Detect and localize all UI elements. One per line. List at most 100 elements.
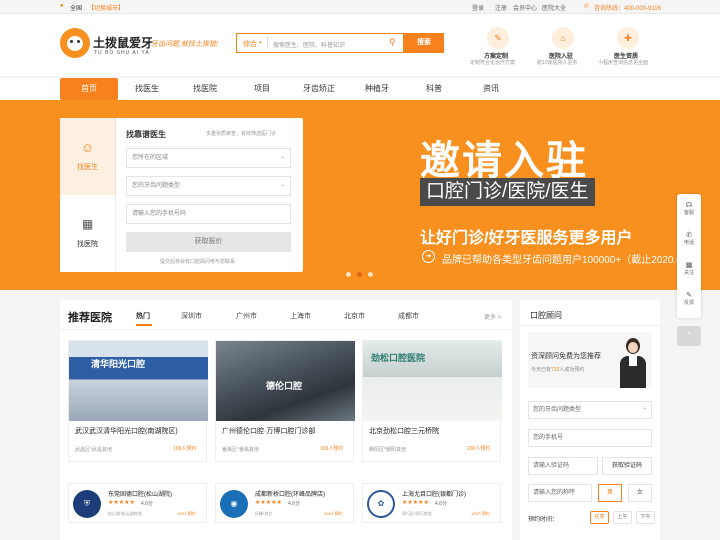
login-link[interactable]: 登录 <box>472 3 484 12</box>
banner-tagline: 让好门诊/好牙医服务更多用户 <box>420 230 633 247</box>
clinic-area: 闵行区*闵行其他 <box>402 511 432 516</box>
problem-select[interactable]: 您的牙齿问题类型 <box>528 401 652 419</box>
member-center-link[interactable]: 会员中心 <box>513 3 537 12</box>
clinic-count: 208人预约 <box>324 511 343 516</box>
promo-sub-prefix: 今天已有 <box>531 367 552 373</box>
clinic-name: 成都新桥口腔(环峰品牌店) <box>255 492 325 498</box>
play-icon: ➜ <box>422 250 435 263</box>
feedback-button[interactable]: ✎ 反馈 <box>677 287 701 311</box>
search-button[interactable]: 搜索 <box>404 33 444 53</box>
tab-label: 找医生 <box>77 164 98 171</box>
submit-quote-button[interactable]: 获取报价 <box>126 232 291 252</box>
promo-sub-suffix: 人成功预约 <box>559 367 585 373</box>
clinic-logo-icon: ◉ <box>220 490 248 518</box>
hospital-list-link[interactable]: 医院大全 <box>542 3 566 12</box>
rating-stars-icon: ★★★★★ <box>108 500 135 506</box>
hospital-count: 169人预约 <box>320 446 344 452</box>
logo-mascot-icon[interactable] <box>60 28 90 58</box>
chevron-down-icon[interactable]: ▾ <box>259 40 262 46</box>
hospital-count: 199人预约 <box>173 446 197 452</box>
search-input[interactable]: 搜索医生、医院、科普知识 <box>273 40 345 49</box>
banner-stat: 品牌已帮助各类型牙齿问题用户100000+（截止2020.01） <box>442 255 698 266</box>
carousel-dot-active[interactable] <box>357 272 362 277</box>
clinic-area: 环峰*其它 <box>255 511 273 516</box>
hospital-count: 200人预约 <box>467 446 491 452</box>
banner-subheadline: 口腔门诊/医院/医生 <box>420 178 595 206</box>
float-label: 关注 <box>683 270 694 276</box>
time-option-afternoon[interactable]: 下午 <box>636 511 655 524</box>
hospital-card[interactable]: 德伦口腔 广州德伦口腔·万博口腔门诊部 番禺区*番禺其他 169人预约 <box>215 340 355 462</box>
hospital-sign: 清华阳光口腔 <box>91 359 146 369</box>
clinic-logo-icon: ✿ <box>367 490 395 518</box>
nav-project[interactable]: 项目 <box>233 78 291 100</box>
nav-hospital[interactable]: 找医院 <box>176 78 234 100</box>
nav-implant[interactable]: 种植牙 <box>348 78 406 100</box>
nav-orthodontics[interactable]: 牙齿矫正 <box>290 78 348 100</box>
clinic-card[interactable]: ✿ 上海尤目口腔(银都门诊) ★★★★★ 4.6分 闵行区*闵行其他 193人预… <box>362 483 501 523</box>
building-icon: ▦ <box>81 217 94 231</box>
main-nav: 首页 找医生 找医院 项目 牙齿矫正 种植牙 科普 资讯 <box>0 78 720 100</box>
nav-science[interactable]: 科普 <box>405 78 463 100</box>
float-label: 客服 <box>683 210 694 216</box>
nav-news[interactable]: 资讯 <box>462 78 520 100</box>
float-toolbar: ☊ 客服 ✆ 电话 ▩ 关注 ✎ 反馈 <box>677 194 701 318</box>
logo-en: TU BO SHU AI YA <box>94 50 150 56</box>
hospital-area: 番禺区*番禺其他 <box>222 447 259 453</box>
clinic-name: 上海尤目口腔(银都门诊) <box>402 492 466 498</box>
hospital-card[interactable]: 清华阳光口腔 武汉武汉清华阳光口腔(南湖院区) 武昌区*武昌其他 199人预约 <box>68 340 208 462</box>
clinic-name: 东莞固德口腔(松山湖院) <box>108 492 172 498</box>
form-note: 提交后将会有口腔顾问电与您联系 <box>160 259 236 265</box>
search-icon[interactable]: ⚲ <box>389 37 396 48</box>
tab-city[interactable]: 北京市 <box>344 311 365 321</box>
time-option-morning[interactable]: 上午 <box>613 511 632 524</box>
tab-hot[interactable]: 热门 <box>136 311 150 321</box>
nav-home[interactable]: 首页 <box>60 78 118 100</box>
clinic-card[interactable]: ◉ 成都新桥口腔(环峰品牌店) ★★★★★ 4.6分 环峰*其它 208人预约 <box>215 483 354 523</box>
doctor-icon: ☺ <box>80 140 95 155</box>
feature-desc: 航10家医院入驻务 <box>537 60 578 66</box>
tab-find-doctor[interactable]: ☺ 找医生 <box>60 118 116 195</box>
search-category[interactable]: 综合 <box>243 39 257 49</box>
tab-city[interactable]: 广州市 <box>236 311 257 321</box>
phone-input[interactable]: 请输入您的手机号码 <box>126 204 291 224</box>
hospital-photo: 德伦口腔 <box>216 341 355 421</box>
get-code-button[interactable]: 获取验证码 <box>602 457 652 475</box>
rating-stars-icon: ★★★★★ <box>255 500 282 506</box>
consultant-promo: 资深顾问免费为您推荐 今天已有732人成功预约 <box>528 332 652 388</box>
follow-button[interactable]: ▩ 关注 <box>677 257 701 281</box>
switch-city-link[interactable]: 【切换城市】 <box>88 3 124 12</box>
rating-stars-icon: ★★★★★ <box>402 500 429 506</box>
find-doctor-form: ☺ 找医生 ▦ 找医院 找靠谱医生 多重资质审查，有效筛选医门诊 您所在的区域 … <box>60 118 303 272</box>
back-to-top-icon[interactable]: ⌃ <box>677 326 701 346</box>
carousel-dot[interactable] <box>346 272 351 277</box>
tab-city[interactable]: 上海市 <box>290 311 311 321</box>
hospital-card[interactable]: 劲松口腔医院 北京劲松口腔三元桥院 朝阳区*朝阳其他 200人预约 <box>362 340 502 462</box>
tab-city[interactable]: 成都市 <box>398 311 419 321</box>
clinic-logo-icon: ⛨ <box>73 490 101 518</box>
more-link[interactable]: 更多 > <box>484 312 501 321</box>
problem-select[interactable]: 您的牙齿问题类型 <box>126 176 291 196</box>
consultant-avatar <box>618 336 648 388</box>
doctor-icon: ✚ <box>617 27 639 49</box>
phone-input[interactable]: 您的手机号 <box>528 429 652 447</box>
clinic-rating: 4.6分 <box>141 501 153 507</box>
time-option-any[interactable]: 任意 <box>590 511 609 524</box>
name-input[interactable]: 请输入您的称呼 <box>528 484 592 502</box>
customer-service-button[interactable]: ☊ 客服 <box>677 197 701 221</box>
hospital-name: 北京劲松口腔三元桥院 <box>369 428 439 435</box>
tab-city[interactable]: 深圳市 <box>181 311 202 321</box>
gender-male-option[interactable]: 男 <box>598 484 622 502</box>
region-select[interactable]: 您所在的区域 <box>126 148 291 168</box>
register-link[interactable]: 注册 <box>495 3 507 12</box>
tab-find-hospital[interactable]: ▦ 找医院 <box>60 195 116 272</box>
nav-doctor[interactable]: 找医生 <box>118 78 176 100</box>
clinic-card[interactable]: ⛨ 东莞固德口腔(松山湖院) ★★★★★ 4.6分 松山湖*松山湖其他 165人… <box>68 483 207 523</box>
slogan: 牙齿问题,就找土拨鼠! <box>151 41 218 48</box>
phone-button[interactable]: ✆ 电话 <box>677 227 701 251</box>
code-input[interactable]: 请输入验证码 <box>528 457 598 475</box>
section-title: 推荐医院 <box>68 312 112 324</box>
gender-female-option[interactable]: 女 <box>628 484 652 502</box>
hospital-area: 武昌区*武昌其他 <box>75 447 112 453</box>
form-subtitle: 多重资质审查，有效筛选医门诊 <box>206 131 277 137</box>
carousel-dot[interactable] <box>368 272 373 277</box>
